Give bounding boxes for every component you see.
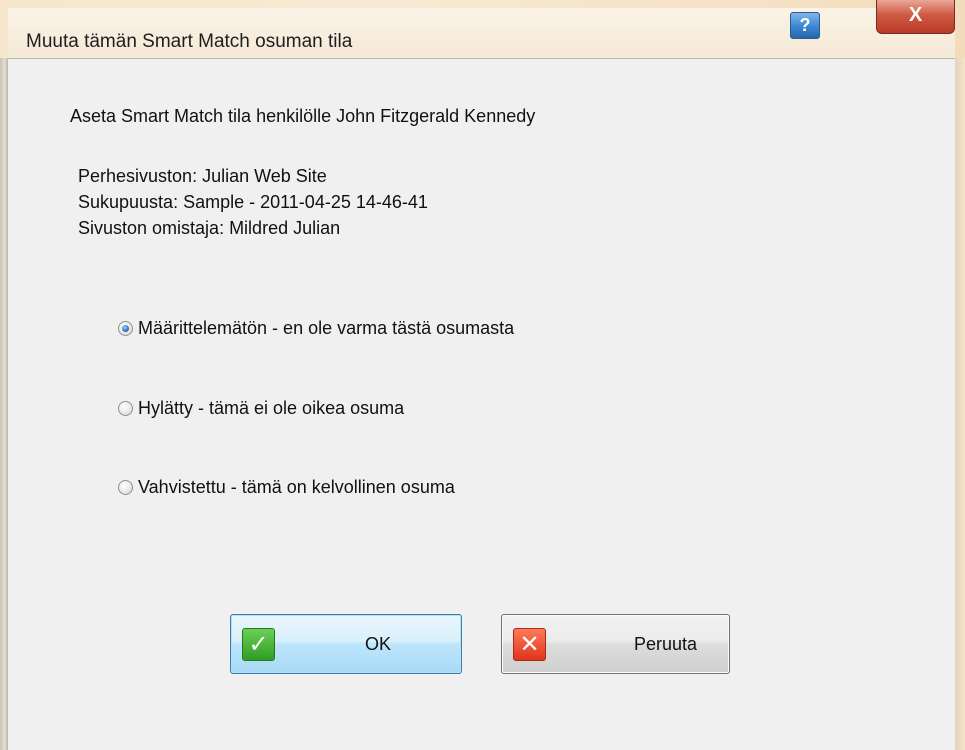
- match-info: Perhesivuston: Julian Web Site Sukupuust…: [78, 163, 428, 241]
- radio-label-rejected[interactable]: Hylätty - tämä ei ole oikea osuma: [138, 398, 404, 419]
- radio-button-confirmed[interactable]: [118, 480, 133, 495]
- radio-option-undecided[interactable]: Määrittelemätön - en ole varma tästä osu…: [118, 318, 514, 339]
- radio-label-confirmed[interactable]: Vahvistettu - tämä on kelvollinen osuma: [138, 477, 455, 498]
- site-line: Perhesivuston: Julian Web Site: [78, 166, 327, 186]
- window-title: Muuta tämän Smart Match osuman tila: [26, 31, 353, 52]
- radio-option-confirmed[interactable]: Vahvistettu - tämä on kelvollinen osuma: [118, 477, 455, 498]
- radio-label-undecided[interactable]: Määrittelemätön - en ole varma tästä osu…: [138, 318, 514, 339]
- radio-button-undecided[interactable]: [118, 321, 133, 336]
- window-frame-right: [955, 58, 965, 750]
- owner-line: Sivuston omistaja: Mildred Julian: [78, 218, 341, 238]
- help-button[interactable]: ?: [790, 12, 820, 39]
- dialog-body: Aseta Smart Match tila henkilölle John F…: [8, 58, 955, 750]
- close-button[interactable]: X: [876, 0, 955, 34]
- dialog-heading: Aseta Smart Match tila henkilölle John F…: [70, 106, 536, 126]
- tree-line: Sukupuusta: Sample - 2011-04-25 14-46-41: [78, 192, 428, 212]
- x-icon: ✕: [513, 628, 546, 661]
- radio-option-rejected[interactable]: Hylätty - tämä ei ole oikea osuma: [118, 398, 404, 419]
- window-frame-left: [0, 58, 8, 750]
- cancel-button[interactable]: ✕ Peruuta: [501, 614, 730, 674]
- ok-button-label: OK: [365, 634, 392, 654]
- radio-button-rejected[interactable]: [118, 401, 133, 416]
- cancel-button-label: Peruuta: [634, 634, 698, 654]
- dialog-window: Muuta tämän Smart Match osuman tila ? X …: [0, 0, 965, 750]
- checkmark-icon: ✓: [242, 628, 275, 661]
- ok-button[interactable]: ✓ OK: [230, 614, 462, 674]
